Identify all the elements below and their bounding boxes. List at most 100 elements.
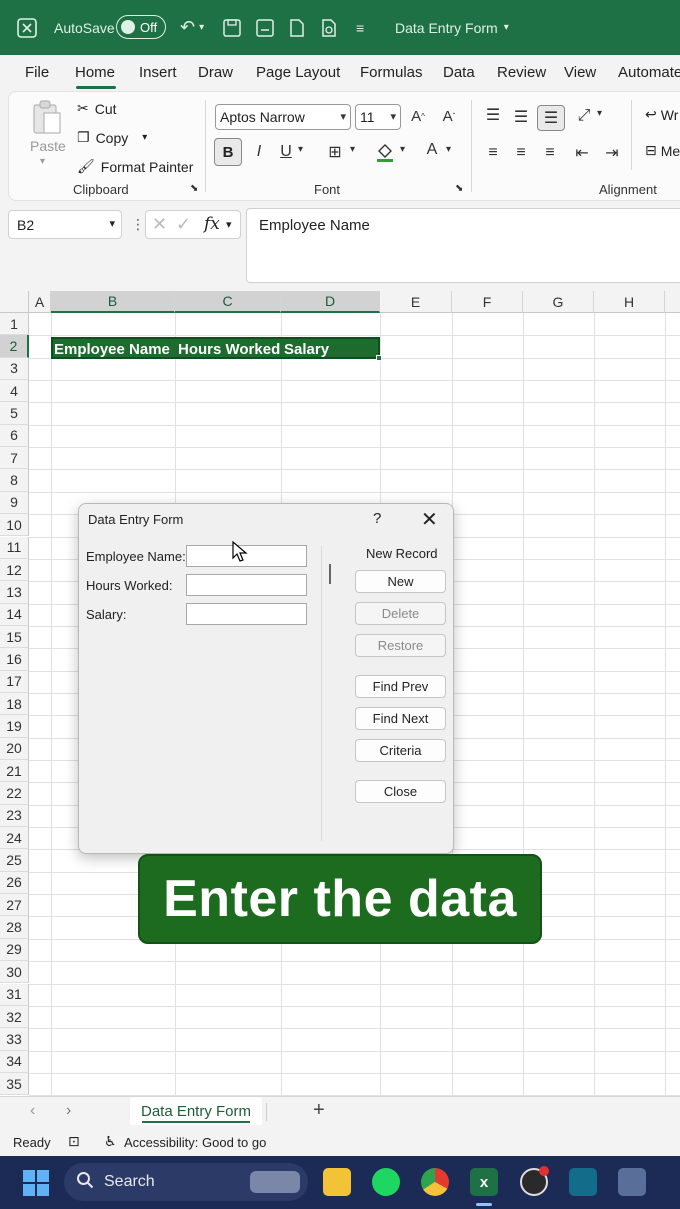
tab-review[interactable]: Review <box>497 64 546 81</box>
chevron-down-icon[interactable]: ▾ <box>350 144 355 155</box>
find-next-button[interactable]: Find Next <box>355 707 446 730</box>
chevron-left-icon[interactable]: ‹ <box>30 1102 35 1120</box>
paste-icon[interactable] <box>29 98 65 136</box>
hours-worked-input[interactable] <box>186 574 307 596</box>
align-middle-icon[interactable]: ☰ <box>510 106 532 128</box>
fill-handle[interactable] <box>376 355 382 361</box>
save-as-icon[interactable] <box>255 0 275 55</box>
chevron-down-icon[interactable]: ▾ <box>400 144 405 155</box>
row-header-23[interactable]: 23 <box>0 804 29 828</box>
tab-draw[interactable]: Draw <box>198 64 233 81</box>
decrease-font-icon[interactable]: Aˇ <box>439 106 459 126</box>
chevron-right-icon[interactable]: › <box>66 1102 71 1120</box>
tab-formulas[interactable]: Formulas <box>360 64 423 81</box>
font-color-icon[interactable]: A <box>422 140 442 160</box>
column-header-e[interactable]: E <box>380 291 452 313</box>
fill-color-icon[interactable] <box>374 140 396 164</box>
cell-d2[interactable]: Salary <box>284 341 329 358</box>
cell-b2[interactable]: Employee Name <box>54 341 170 358</box>
tab-page-layout[interactable]: Page Layout <box>256 64 340 81</box>
restore-button[interactable]: Restore <box>355 634 446 657</box>
column-header-f[interactable]: F <box>452 291 523 313</box>
row-header-21[interactable]: 21 <box>0 760 29 783</box>
row-header-8[interactable]: 8 <box>0 469 29 492</box>
more-options-icon[interactable]: ⋮ <box>131 216 145 233</box>
delete-button[interactable]: Delete <box>355 602 446 625</box>
accessibility-icon[interactable]: ♿ <box>104 1133 117 1150</box>
tab-insert[interactable]: Insert <box>139 64 177 81</box>
windows-start-icon[interactable] <box>22 1169 50 1202</box>
column-header-a[interactable]: A <box>29 291 51 313</box>
cancel-icon[interactable]: ✕ <box>152 214 167 235</box>
excel-taskbar-icon[interactable]: x <box>470 1168 498 1196</box>
help-icon[interactable]: ? <box>373 510 381 527</box>
insert-function-icon[interactable]: fx <box>204 214 220 234</box>
chevron-down-icon[interactable]: ▾ <box>446 144 451 155</box>
align-top-icon[interactable]: ☰ <box>482 104 504 126</box>
font-size-select[interactable]: 11 ▾ <box>355 104 401 130</box>
add-sheet-button[interactable]: + <box>313 1099 325 1122</box>
column-header-c[interactable]: C <box>175 291 281 313</box>
row-header-24[interactable]: 24 <box>0 827 29 850</box>
find-prev-button[interactable]: Find Prev <box>355 675 446 698</box>
merge-center-button[interactable]: ⊟ Me <box>645 142 680 159</box>
row-header-7[interactable]: 7 <box>0 447 29 470</box>
row-header-9[interactable]: 9 <box>0 491 29 515</box>
row-header-14[interactable]: 14 <box>0 603 29 626</box>
row-header-35[interactable]: 35 <box>0 1072 29 1096</box>
undo-icon[interactable]: ↶ ▾ <box>180 0 204 55</box>
row-header-10[interactable]: 10 <box>0 514 29 537</box>
tab-automate[interactable]: Automate <box>618 64 680 81</box>
new-file-icon[interactable] <box>288 0 306 55</box>
spotify-icon[interactable] <box>372 1168 400 1196</box>
decrease-indent-icon[interactable]: ⇤ <box>571 142 593 164</box>
row-header-17[interactable]: 17 <box>0 670 29 693</box>
underline-button[interactable]: U <box>276 142 296 162</box>
chevron-down-icon[interactable]: ▾ <box>597 108 602 119</box>
cut-button[interactable]: ✂ Cut <box>77 100 117 117</box>
align-right-icon[interactable]: ≡ <box>539 142 561 164</box>
row-header-22[interactable]: 22 <box>0 782 29 805</box>
select-all-corner[interactable] <box>0 291 29 313</box>
tab-view[interactable]: View <box>564 64 596 81</box>
row-header-6[interactable]: 6 <box>0 424 29 448</box>
row-header-4[interactable]: 4 <box>0 380 29 403</box>
format-painter-button[interactable]: 🖌 Format Painter <box>77 158 193 175</box>
row-header-13[interactable]: 13 <box>0 581 29 604</box>
taskbar-search[interactable]: Search <box>64 1163 308 1201</box>
row-header-27[interactable]: 27 <box>0 894 29 917</box>
column-header-h[interactable]: H <box>594 291 665 313</box>
row-header-30[interactable]: 30 <box>0 961 29 984</box>
row-header-32[interactable]: 32 <box>0 1005 29 1029</box>
chrome-icon[interactable] <box>421 1168 449 1196</box>
column-header-d[interactable]: D <box>281 291 380 313</box>
macro-record-icon[interactable]: ⊡ <box>68 1133 80 1150</box>
row-header-26[interactable]: 26 <box>0 871 29 895</box>
row-header-31[interactable]: 31 <box>0 983 29 1006</box>
calculator-icon[interactable] <box>618 1168 646 1196</box>
dialog-close-icon[interactable]: ✕ <box>421 507 438 532</box>
align-center-icon[interactable]: ≡ <box>510 142 532 164</box>
row-header-29[interactable]: 29 <box>0 938 29 962</box>
column-header-partial[interactable] <box>665 291 680 313</box>
customize-toolbar-icon[interactable]: ≡ <box>356 0 364 55</box>
row-header-33[interactable]: 33 <box>0 1028 29 1051</box>
row-header-2[interactable]: 2 <box>0 335 29 358</box>
row-header-11[interactable]: 11 <box>0 536 29 559</box>
accessibility-status[interactable]: Accessibility: Good to go <box>124 1135 266 1150</box>
row-header-15[interactable]: 15 <box>0 625 29 649</box>
app-window-icon[interactable] <box>569 1168 597 1196</box>
row-header-28[interactable]: 28 <box>0 916 29 939</box>
selected-range-b2-d2[interactable]: Employee Name Hours Worked Salary <box>51 337 380 359</box>
orientation-icon[interactable]: ⤢ <box>572 105 596 127</box>
row-header-1[interactable]: 1 <box>0 313 29 336</box>
dialog-launcher-icon[interactable]: ⬊ <box>455 183 463 194</box>
align-bottom-icon[interactable]: ☰ <box>537 105 565 131</box>
column-header-g[interactable]: G <box>523 291 594 313</box>
wrap-text-button[interactable]: ↩ Wr <box>645 106 678 123</box>
document-title[interactable]: Data Entry Form ▾ <box>395 0 509 55</box>
bold-button[interactable]: B <box>214 138 242 166</box>
new-button[interactable]: New <box>355 570 446 593</box>
row-header-20[interactable]: 20 <box>0 737 29 760</box>
sheet-tab-data-entry-form[interactable]: Data Entry Form <box>130 1097 262 1125</box>
